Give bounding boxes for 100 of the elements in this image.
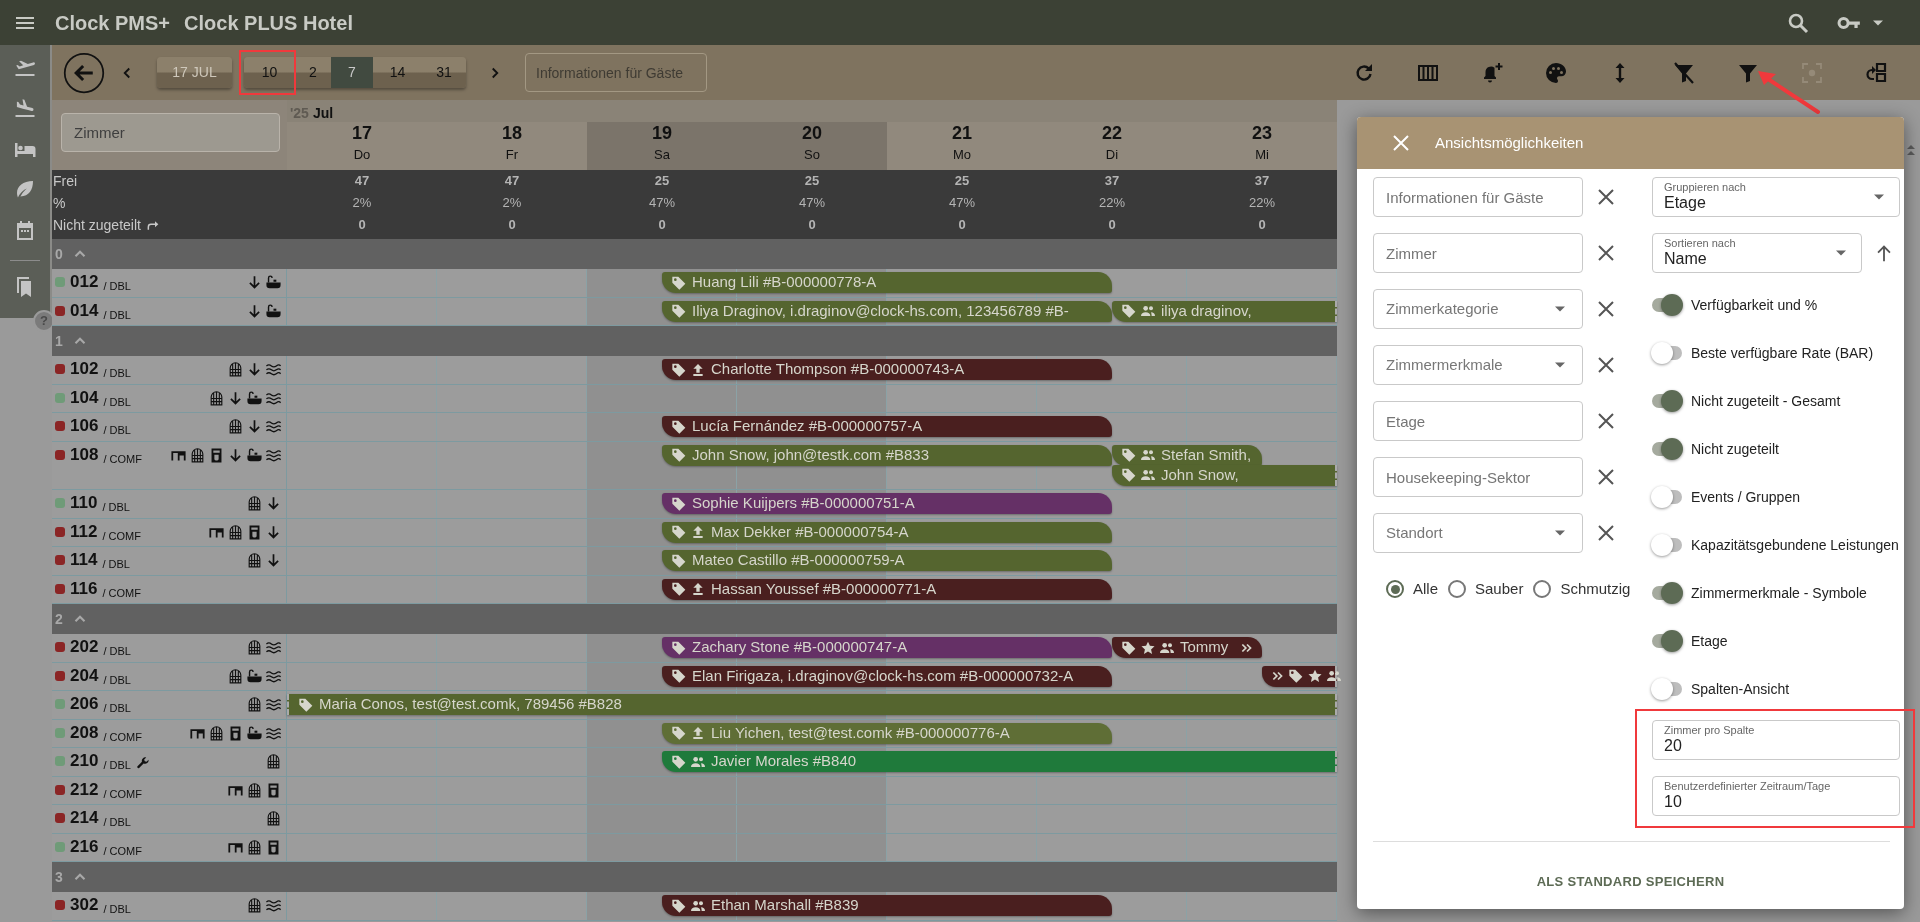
day-number: 23	[1251, 122, 1273, 144]
booking-bar[interactable]: Javier Morales #B840	[662, 751, 1337, 772]
text-field[interactable]: Etage	[1373, 401, 1583, 441]
range-button[interactable]: 14	[373, 57, 422, 88]
room-category: / DBL	[103, 758, 131, 773]
booking-bar[interactable]: John Snow,	[1112, 464, 1337, 486]
booking-bar[interactable]: Lucía Fernández #B-000000757-A	[662, 416, 1112, 437]
toggle-switch[interactable]	[1651, 437, 1683, 461]
filter-off-icon[interactable]	[1672, 60, 1696, 85]
toggle-switch[interactable]	[1651, 293, 1683, 317]
booking-bar[interactable]: Sophie Kuijpers #B-000000751-A	[662, 493, 1112, 514]
booking-label: Charlotte Thompson #B-000000743-A	[711, 359, 965, 380]
number-field[interactable]: Benutzerdefinierter Zeitraum/Tage 10	[1652, 776, 1900, 816]
range-button[interactable]: 31	[422, 57, 466, 88]
booking-bar[interactable]: Mateo Castillo #B-000000759-A	[662, 550, 1112, 571]
stat-value: 22%	[1248, 194, 1276, 213]
range-button[interactable]: 10	[244, 57, 295, 88]
hotel-name[interactable]: Clock PLUS Hotel	[184, 7, 353, 38]
booking-bar[interactable]: Hassan Youssef #B-000000771-A	[662, 578, 1112, 600]
dropdown-field[interactable]: Sortieren nach Name	[1652, 233, 1862, 273]
radio-button[interactable]	[1386, 580, 1404, 598]
booking-bar[interactable]: Zachary Stone #B-000000747-A	[662, 637, 1112, 658]
bathtub-icon	[265, 274, 282, 291]
text-field[interactable]: Informationen für Gäste	[1373, 177, 1583, 217]
pointer-arrow	[1756, 68, 1822, 115]
search-field[interactable]: Informationen für Gäste	[525, 53, 707, 92]
toggle-switch[interactable]	[1651, 677, 1683, 701]
room-category: / COMF	[103, 729, 142, 745]
toggle-switch[interactable]	[1651, 485, 1683, 509]
tag-icon	[671, 668, 687, 684]
stat-value: 47%	[648, 194, 676, 213]
arrow-down-icon	[265, 552, 282, 569]
window-icon	[227, 523, 244, 541]
tag-icon	[1121, 303, 1137, 319]
range-button[interactable]: 2	[295, 57, 331, 88]
booking-bar[interactable]: Tommy	[1112, 637, 1262, 658]
booking-bar[interactable]: Elan Firigaza, i.draginov@clock-hs.com #B-000000732-A	[662, 665, 1112, 687]
floor-label: 3	[55, 867, 63, 887]
stat-value: 0	[1107, 216, 1117, 235]
scrollbar-arrow-icon[interactable]	[1905, 144, 1917, 156]
toggle-switch[interactable]	[1651, 581, 1683, 605]
booking-bar[interactable]: Liu Yichen, test@test.comk #B-000000776-A	[662, 722, 1112, 744]
floor-header[interactable]: 1	[52, 326, 1337, 356]
window-icon	[246, 838, 263, 856]
toggle-switch[interactable]	[1651, 389, 1683, 413]
dropdown-field[interactable]: Standort	[1373, 513, 1583, 553]
back-button[interactable]	[63, 51, 105, 94]
day-number: 20	[801, 122, 823, 144]
radio-label: Schmutzig	[1560, 578, 1631, 599]
date-button[interactable]: 17 JUL	[157, 57, 232, 88]
palette-icon[interactable]	[1544, 60, 1568, 85]
floor-header[interactable]: 3	[52, 862, 1337, 892]
search-field[interactable]: Zimmer	[61, 113, 280, 152]
people-icon	[1140, 447, 1156, 463]
stat-label: Nicht zugeteilt	[53, 215, 141, 235]
booking-bar[interactable]: Max Dekker #B-000000754-A	[662, 521, 1112, 543]
booking-bar[interactable]: Maria Conos, test@test.comk, 789456 #B828	[287, 694, 1337, 715]
layout-swap-icon[interactable]	[1864, 60, 1888, 85]
stat-value: 37	[1253, 172, 1271, 191]
weekday: Fr	[504, 146, 520, 164]
booking-bar[interactable]: iliya draginov,	[1112, 300, 1337, 322]
tag-icon	[671, 725, 687, 741]
booking-bar[interactable]: Huang Lili #B-000000778-A	[662, 272, 1112, 293]
window-icon	[208, 389, 225, 407]
range-button[interactable]: 7	[331, 57, 373, 88]
booking-bar[interactable]: Stefan Smith,	[1112, 444, 1262, 466]
window-icon	[227, 418, 244, 435]
stat-value: 47%	[948, 194, 976, 213]
text-field[interactable]: Housekeeping-Sektor	[1373, 457, 1583, 497]
text-field[interactable]: Zimmer	[1373, 233, 1583, 273]
number-field[interactable]: Zimmer pro Spalte 20	[1652, 720, 1900, 760]
day-number: 21	[951, 122, 973, 144]
toggle-switch[interactable]	[1651, 341, 1683, 365]
waves-icon	[265, 418, 282, 435]
field-value: Name	[1664, 248, 1708, 269]
arrow-down-icon	[246, 274, 263, 291]
toggle-switch[interactable]	[1651, 629, 1683, 653]
toggle-switch[interactable]	[1651, 533, 1683, 557]
room-category: / COMF	[102, 528, 141, 544]
window-icon	[246, 639, 263, 656]
dropdown-field[interactable]: Zimmerkategorie	[1373, 289, 1583, 329]
booking-bar[interactable]: John Snow, john@testk.com #B833	[662, 444, 1112, 466]
booking-label: Tommy	[1180, 637, 1229, 658]
field-label: Sortieren nach	[1664, 236, 1737, 249]
radio-button[interactable]	[1533, 580, 1552, 598]
booking-bar[interactable]: Ethan Marshall #B839	[662, 895, 1112, 916]
floor-header[interactable]: 0	[52, 239, 1337, 269]
save-default-button[interactable]: ALS STANDARD SPEICHERN	[1522, 862, 1739, 902]
room-number: 214	[70, 809, 99, 827]
people-icon	[1140, 303, 1156, 319]
dropdown-field[interactable]: Zimmermerkmale	[1373, 345, 1583, 385]
radio-button[interactable]	[1448, 580, 1466, 598]
day-number: 22	[1101, 122, 1123, 144]
booking-label: Maria Conos, test@test.comk, 789456 #B828	[319, 694, 622, 715]
booking-bar[interactable]: Charlotte Thompson #B-000000743-A	[662, 359, 1112, 380]
toggle-label: Etage	[1691, 631, 1728, 651]
dropdown-field[interactable]: Gruppieren nach Etage	[1652, 177, 1900, 217]
booking-bar[interactable]: Iliya Draginov, i.draginov@clock-hs.com, 123456789 #B-	[662, 300, 1112, 322]
window-icon	[246, 781, 263, 799]
floor-header[interactable]: 2	[52, 604, 1337, 634]
